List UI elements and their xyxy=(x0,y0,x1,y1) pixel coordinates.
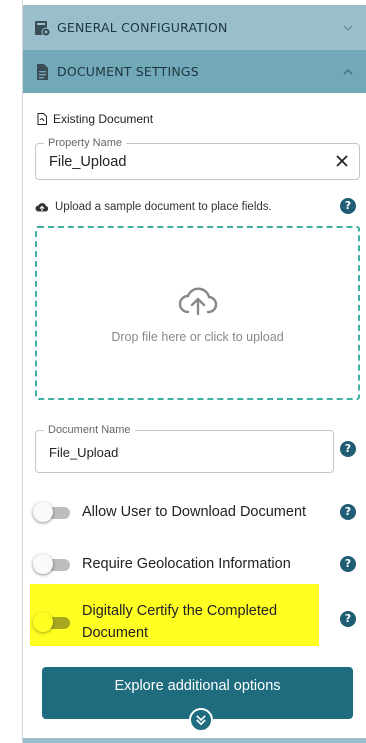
property-name-legend: Property Name xyxy=(44,136,126,150)
double-chevron-down-icon[interactable] xyxy=(189,708,213,732)
gear-page-icon xyxy=(35,20,51,36)
dropzone-text: Drop file here or click to upload xyxy=(111,330,284,344)
document-name-legend: Document Name xyxy=(44,423,135,437)
existing-document-label: Existing Document xyxy=(37,112,153,126)
document-settings-header[interactable]: DOCUMENT SETTINGS xyxy=(23,50,366,93)
help-icon[interactable]: ? xyxy=(340,556,356,572)
cloud-upload-icon xyxy=(35,203,49,212)
document-name-value[interactable]: File_Upload xyxy=(49,445,118,460)
document-icon xyxy=(37,63,48,80)
upload-label-text: Upload a sample document to place fields… xyxy=(55,201,272,213)
document-name-field[interactable]: Document Name File_Upload xyxy=(35,423,334,473)
help-icon[interactable]: ? xyxy=(340,441,356,457)
chevron-down-icon[interactable] xyxy=(342,22,354,34)
help-icon[interactable]: ? xyxy=(340,504,356,520)
help-icon[interactable]: ? xyxy=(340,611,356,627)
close-icon[interactable] xyxy=(333,152,351,170)
section-title: GENERAL CONFIGURATION xyxy=(57,20,228,35)
settings-panel: GENERAL CONFIGURATION DOCUMENT SETTINGS … xyxy=(23,0,366,743)
upload-instructions: Upload a sample document to place fields… xyxy=(35,201,272,213)
section-title: DOCUMENT SETTINGS xyxy=(57,64,199,79)
help-icon[interactable]: ? xyxy=(340,198,356,214)
general-configuration-header[interactable]: GENERAL CONFIGURATION xyxy=(23,5,366,50)
toggle-knob xyxy=(33,612,53,632)
digitally-certify-label: Digitally Certify the Completed Document xyxy=(82,603,278,641)
require-geolocation-toggle[interactable] xyxy=(33,554,70,574)
property-name-value[interactable]: File_Upload xyxy=(49,154,126,170)
property-name-field[interactable]: Property Name File_Upload xyxy=(35,136,360,180)
digitally-certify-toggle-row: Digitally Certify the Completed Document xyxy=(33,600,312,644)
file-dropzone[interactable]: Drop file here or click to upload xyxy=(35,226,360,400)
allow-download-toggle-row: Allow User to Download Document xyxy=(33,502,307,522)
chevron-up-icon[interactable] xyxy=(342,66,354,78)
allow-download-toggle[interactable] xyxy=(33,502,70,522)
require-geolocation-label: Require Geolocation Information xyxy=(82,556,291,572)
cloud-upload-icon xyxy=(178,287,217,316)
require-geolocation-toggle-row: Require Geolocation Information xyxy=(33,554,291,574)
pdf-file-icon xyxy=(37,113,47,125)
existing-document-text: Existing Document xyxy=(53,112,154,126)
allow-download-label: Allow User to Download Document xyxy=(82,504,307,520)
toggle-knob xyxy=(33,554,53,574)
digitally-certify-toggle[interactable] xyxy=(33,612,70,632)
toggle-knob xyxy=(33,502,53,522)
next-section-edge xyxy=(23,738,366,743)
